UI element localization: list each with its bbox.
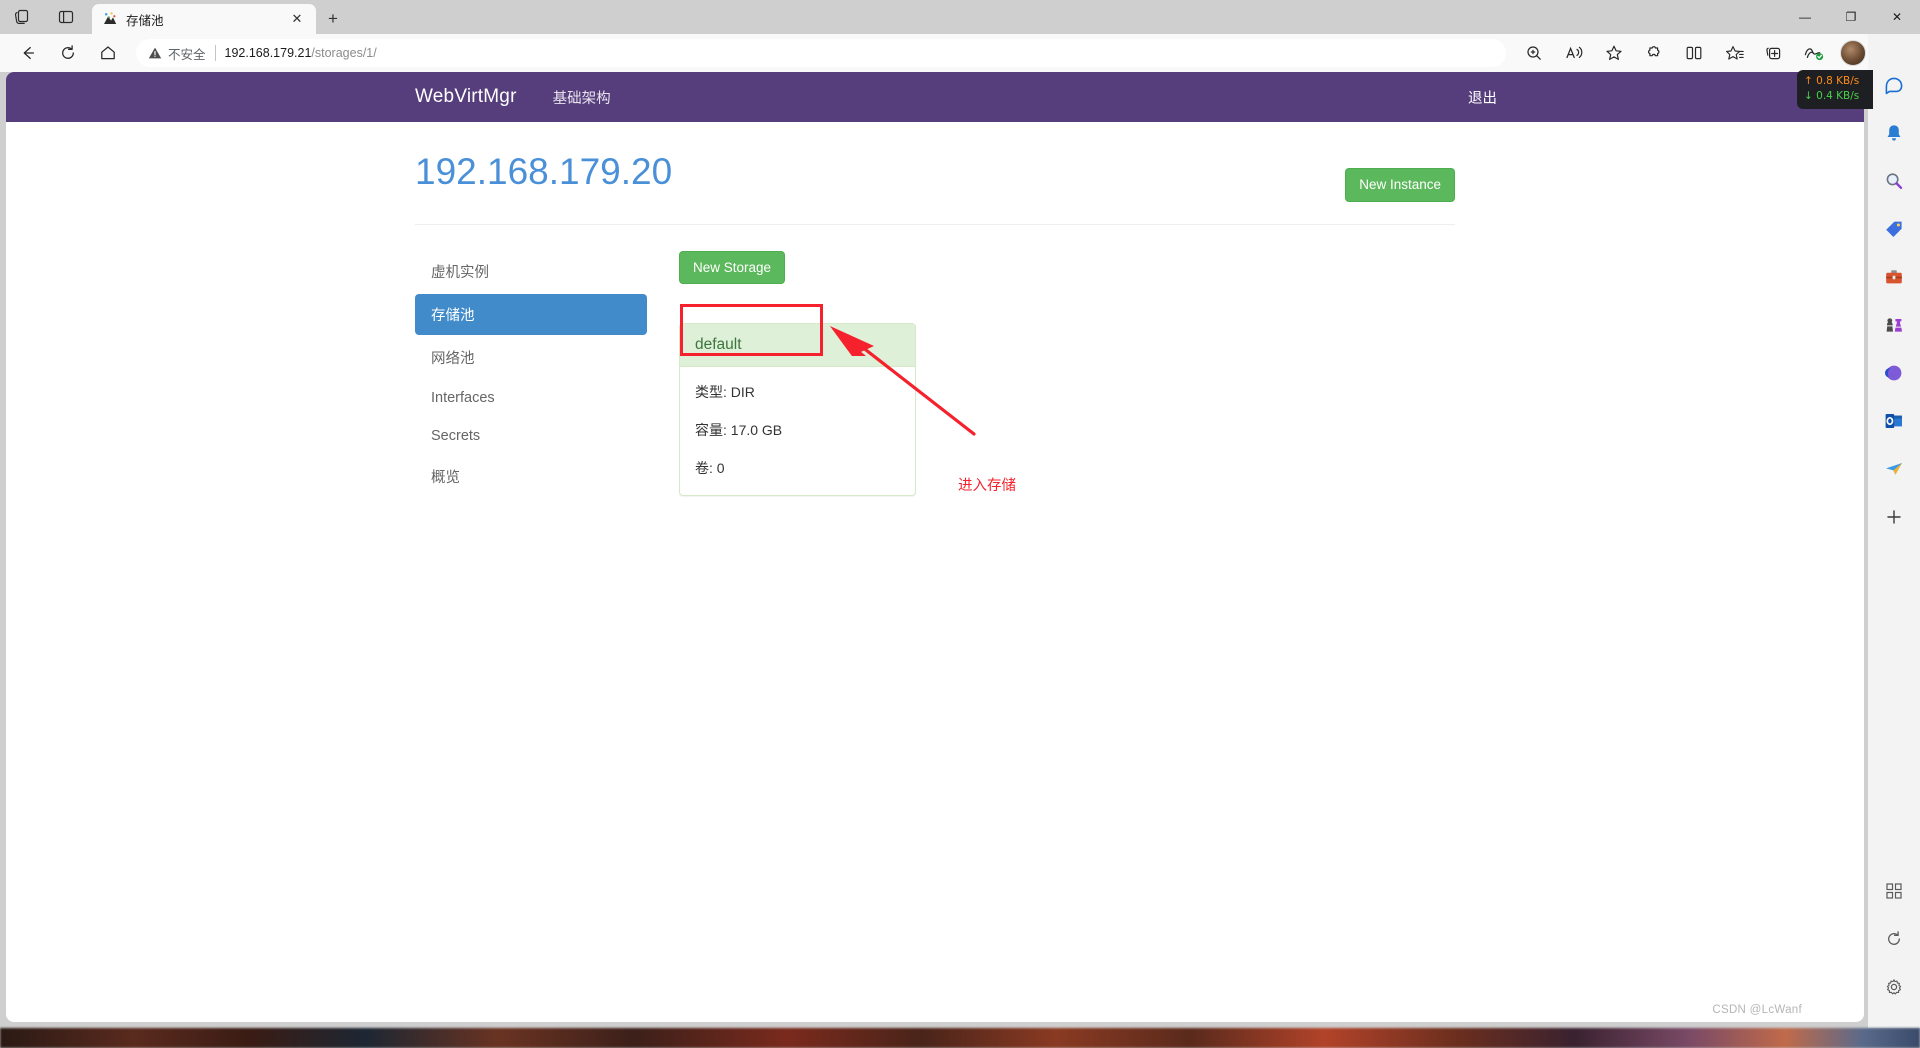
storage-volumes-value: 0 xyxy=(716,460,725,477)
storage-volumes-row: 卷: 0 xyxy=(695,458,900,478)
sidebar-item-secrets[interactable]: Secrets xyxy=(415,418,647,454)
security-indicator[interactable]: 不安全 xyxy=(148,44,206,63)
page-title: 192.168.179.20 xyxy=(415,151,673,192)
storage-type-row: 类型: DIR xyxy=(695,382,900,402)
minimize-button[interactable]: — xyxy=(1782,0,1828,34)
sidebar-settings-icon[interactable] xyxy=(1877,970,1911,1004)
zoom-in-icon[interactable] xyxy=(1517,38,1551,68)
sidebar-item-interfaces[interactable]: Interfaces xyxy=(415,380,647,416)
content-row: 虚机实例 存储池 网络池 Interfaces Secrets 概览 New S… xyxy=(415,225,1455,499)
back-arrow-icon[interactable] xyxy=(11,38,45,68)
notifications-bell-icon[interactable] xyxy=(1877,116,1911,150)
main-column: New Storage default 类型: DIR 容量: 17.0 GB xyxy=(647,250,1455,499)
webvirtmgr-favicon xyxy=(102,11,118,27)
new-instance-button[interactable]: New Instance xyxy=(1345,168,1455,202)
warning-triangle-icon xyxy=(148,46,162,60)
sidebar-item-instances[interactable]: 虚机实例 xyxy=(415,251,647,292)
logout-link[interactable]: 退出 xyxy=(1468,87,1497,108)
read-aloud-icon[interactable] xyxy=(1557,38,1591,68)
desktop-taskbar-strip xyxy=(0,1028,1920,1048)
star-icon[interactable] xyxy=(1597,38,1631,68)
sidebar-item-networks[interactable]: 网络池 xyxy=(415,337,647,378)
avatar[interactable] xyxy=(1840,40,1866,66)
extensions-puzzle-icon[interactable] xyxy=(1637,38,1671,68)
upload-speed: ↑ 0.8 KB/s xyxy=(1804,75,1860,87)
tools-briefcase-icon[interactable] xyxy=(1877,260,1911,294)
watermark: CSDN @LcWanf xyxy=(1712,1004,1802,1016)
window-controls: — ❐ ✕ xyxy=(1782,0,1920,34)
sidebar-item-overview[interactable]: 概览 xyxy=(415,456,647,497)
split-tabs-icon[interactable] xyxy=(44,0,88,34)
add-sidebar-icon[interactable] xyxy=(1877,500,1911,534)
new-instance-wrapper: New Instance xyxy=(1345,152,1455,202)
outlook-icon[interactable] xyxy=(1877,404,1911,438)
edge-sidebar-bottom xyxy=(1877,874,1911,1018)
app-brand[interactable]: WebVirtMgr xyxy=(415,86,517,108)
url-path: /storages/1/ xyxy=(311,46,377,60)
new-tab-button[interactable]: + xyxy=(316,4,350,34)
close-window-button[interactable]: ✕ xyxy=(1874,0,1920,34)
download-speed: ↓ 0.4 KB/s xyxy=(1804,90,1860,103)
browser-titlebar: 存储池 ✕ + — ❐ ✕ xyxy=(0,0,1920,34)
maximize-restore-button[interactable]: ❐ xyxy=(1828,0,1874,34)
games-icon[interactable] xyxy=(1877,308,1911,342)
storage-size-label: 容量: xyxy=(695,422,727,439)
tab-title: 存储池 xyxy=(126,13,164,28)
storage-volumes-label: 卷: xyxy=(695,460,713,477)
shopping-tag-icon[interactable] xyxy=(1877,212,1911,246)
new-storage-button[interactable]: New Storage xyxy=(679,250,786,285)
omnibox-divider xyxy=(214,45,216,61)
nav-item-infrastructure[interactable]: 基础架构 xyxy=(553,87,611,108)
page-header: 192.168.179.20 New Instance xyxy=(415,122,1455,225)
toolbar-right-actions xyxy=(1514,38,1912,68)
page-content: 192.168.179.20 New Instance 虚机实例 存储池 网络池… xyxy=(6,122,1864,499)
close-icon[interactable]: ✕ xyxy=(286,8,308,30)
address-bar[interactable]: 不安全 192.168.179.21/storages/1/ xyxy=(136,39,1506,67)
browser-essentials-icon[interactable] xyxy=(1797,38,1831,68)
browser-tab[interactable]: 存储池 ✕ xyxy=(92,4,316,34)
network-speed-widget[interactable]: ↑ 0.8 KB/s ↓ 0.4 KB/s xyxy=(1797,70,1873,110)
home-icon[interactable] xyxy=(91,38,125,68)
add-to-tabs-icon[interactable] xyxy=(1757,38,1791,68)
refresh-icon[interactable] xyxy=(51,38,85,68)
sidebar-refresh-icon[interactable] xyxy=(1877,922,1911,956)
app-navbar: WebVirtMgr 基础架构 退出 xyxy=(6,72,1864,122)
edge-sidebar xyxy=(1868,34,1920,1028)
collections-star-icon[interactable] xyxy=(1717,38,1751,68)
tab-actions-icon[interactable] xyxy=(0,0,44,34)
annotation-label: 进入存储 xyxy=(958,478,1016,494)
search-icon[interactable] xyxy=(1877,164,1911,198)
send-icon[interactable] xyxy=(1877,452,1911,486)
edge-browser-window: 存储池 ✕ + — ❐ ✕ 不安全 192.168.179.21 /storag… xyxy=(0,0,1920,1028)
microsoft-365-icon[interactable] xyxy=(1877,356,1911,390)
split-screen-icon[interactable] xyxy=(1677,38,1711,68)
copilot-icon[interactable] xyxy=(1877,68,1911,102)
storage-size-row: 容量: 17.0 GB xyxy=(695,420,900,440)
storage-pool-details: 类型: DIR 容量: 17.0 GB 卷: 0 xyxy=(680,367,915,495)
storage-size-value: 17.0 GB xyxy=(730,422,783,439)
storage-pool-name[interactable]: default xyxy=(680,324,915,368)
customize-sidebar-icon[interactable] xyxy=(1877,874,1911,908)
sidebar-item-storages[interactable]: 存储池 xyxy=(415,293,647,335)
storage-type-value: DIR xyxy=(730,384,755,401)
sidebar-nav: 虚机实例 存储池 网络池 Interfaces Secrets 概览 xyxy=(415,251,647,499)
page-viewport: WebVirtMgr 基础架构 退出 192.168.179.20 New In… xyxy=(6,72,1864,1022)
storage-type-label: 类型: xyxy=(695,384,727,401)
browser-toolbar: 不安全 192.168.179.21/storages/1/ xyxy=(0,34,1920,72)
security-label: 不安全 xyxy=(168,47,206,62)
url-host: 192.168.179.21 xyxy=(224,46,312,60)
storage-pool-card[interactable]: default 类型: DIR 容量: 17.0 GB 卷: 0 xyxy=(679,323,916,497)
